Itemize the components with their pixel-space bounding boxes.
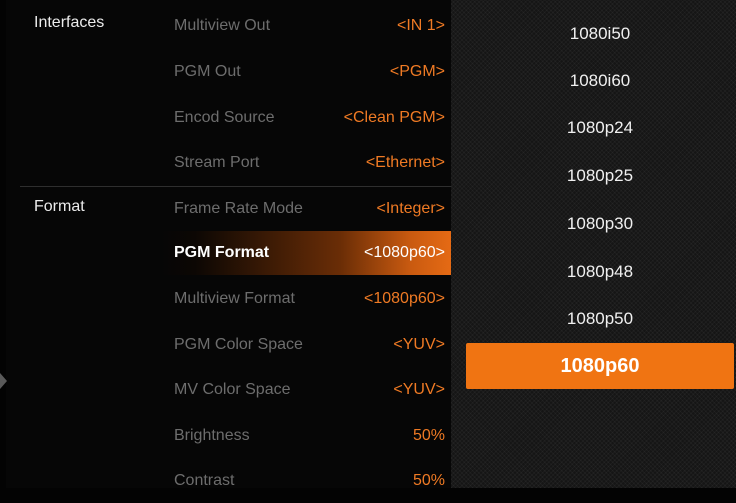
collapse-arrow-icon[interactable] <box>0 373 7 389</box>
menu-row-label: Multiview Out <box>174 17 271 34</box>
format-option-1080p30[interactable]: 1080p30 <box>466 201 734 247</box>
menu-row-stream-port[interactable]: Stream Port <Ethernet> <box>160 141 451 185</box>
menu-row-label: PGM Out <box>174 63 241 80</box>
menu-row-label: MV Color Space <box>174 381 291 398</box>
settings-menu-panel: Interfaces Format Multiview Out <IN 1> P… <box>6 0 451 489</box>
menu-row-value: 50% <box>412 472 445 489</box>
menu-row-label: Contrast <box>174 472 235 489</box>
section-label-format: Format <box>34 198 85 215</box>
menu-row-brightness[interactable]: Brightness 50% <box>160 414 451 458</box>
menu-row-label: PGM Format <box>174 244 270 261</box>
format-option-1080p60[interactable]: 1080p60 <box>466 343 734 389</box>
menu-row-multiview-format[interactable]: Multiview Format <1080p60> <box>160 277 451 321</box>
menu-row-label: Encod Source <box>174 109 275 126</box>
format-option-1080p25[interactable]: 1080p25 <box>466 153 734 199</box>
menu-row-value: <Clean PGM> <box>343 109 445 126</box>
format-option-1080i60[interactable]: 1080i60 <box>466 58 734 104</box>
menu-row-frame-rate-mode[interactable]: Frame Rate Mode <Integer> <box>160 187 451 231</box>
menu-row-value: <1080p60> <box>364 244 445 261</box>
menu-row-value: <IN 1> <box>396 17 445 34</box>
menu-row-multiview-out[interactable]: Multiview Out <IN 1> <box>160 4 451 48</box>
menu-row-pgm-format[interactable]: PGM Format <1080p60> <box>160 231 451 275</box>
menu-row-contrast[interactable]: Contrast 50% <box>160 459 451 503</box>
menu-row-label: PGM Color Space <box>174 336 303 353</box>
menu-row-label: Multiview Format <box>174 290 295 307</box>
menu-row-pgm-color-space[interactable]: PGM Color Space <YUV> <box>160 323 451 367</box>
menu-row-value: <YUV> <box>393 381 445 398</box>
menu-row-pgm-out[interactable]: PGM Out <PGM> <box>160 50 451 94</box>
menu-row-mv-color-space[interactable]: MV Color Space <YUV> <box>160 368 451 412</box>
format-option-1080p48[interactable]: 1080p48 <box>466 249 734 295</box>
menu-row-label: Stream Port <box>174 154 260 171</box>
menu-row-value: <PGM> <box>389 63 445 80</box>
menu-row-encod-source[interactable]: Encod Source <Clean PGM> <box>160 96 451 140</box>
menu-row-value: <YUV> <box>393 336 445 353</box>
format-option-1080p24[interactable]: 1080p24 <box>466 105 734 151</box>
section-label-interfaces: Interfaces <box>34 14 105 31</box>
menu-row-value: <1080p60> <box>364 290 445 307</box>
format-option-1080i50[interactable]: 1080i50 <box>466 11 734 57</box>
menu-row-value: <Ethernet> <box>365 154 445 171</box>
menu-row-label: Frame Rate Mode <box>174 200 303 217</box>
menu-row-value: 50% <box>412 427 445 444</box>
format-options-panel: 1080i50 1080i60 1080p24 1080p25 1080p30 … <box>451 0 736 488</box>
format-option-1080p50[interactable]: 1080p50 <box>466 296 734 342</box>
menu-row-value: <Integer> <box>376 200 446 217</box>
menu-row-label: Brightness <box>174 427 250 444</box>
